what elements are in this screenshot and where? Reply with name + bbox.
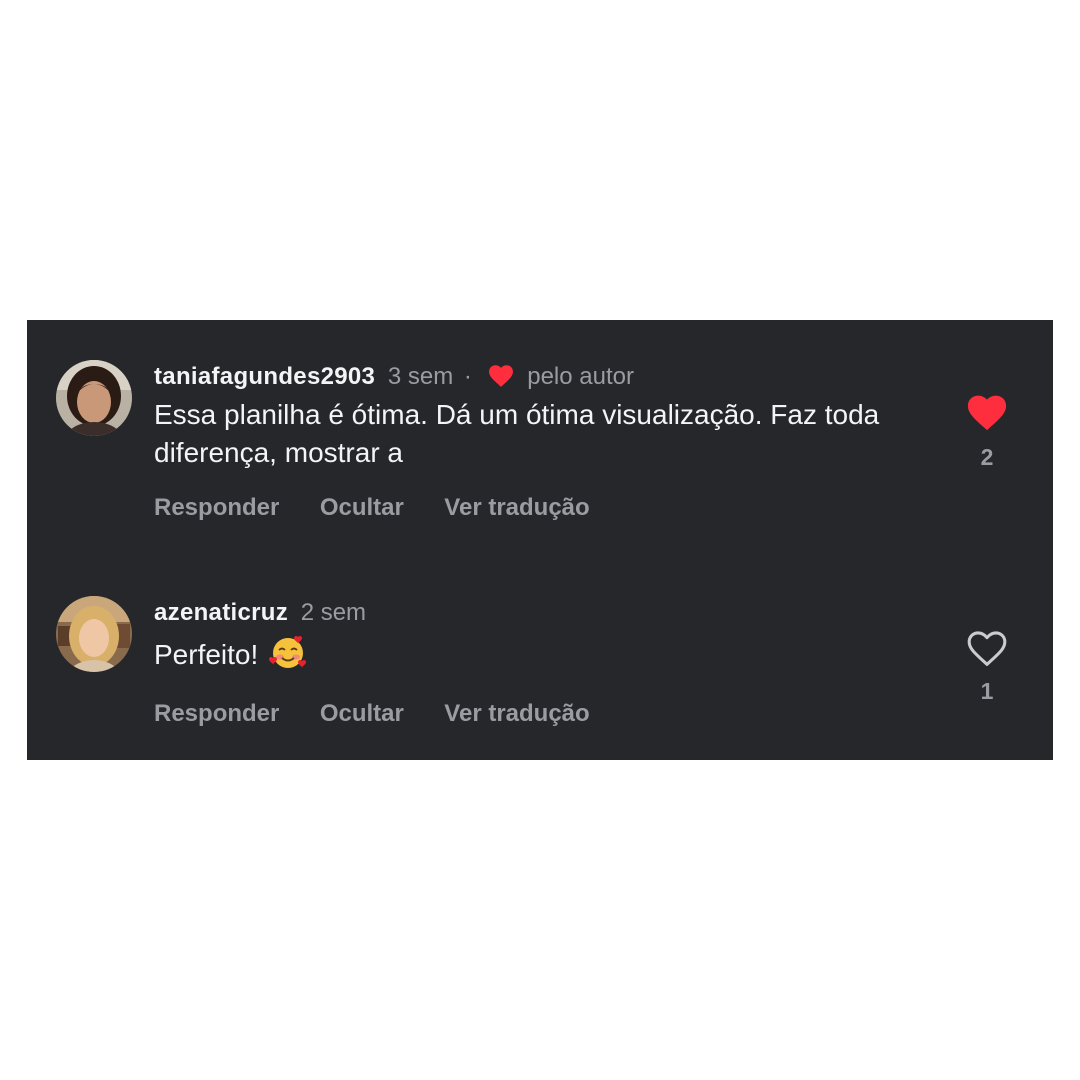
comments-panel: taniafagundes2903 3 sem · pelo autor Ess…: [27, 320, 1053, 760]
smiling-face-with-hearts-icon: [268, 632, 308, 682]
translate-button[interactable]: Ver tradução: [444, 490, 589, 526]
comment-body: azenaticruz 2 sem Perfeito! Responder Oc…: [154, 596, 934, 732]
timestamp: 3 sem: [387, 363, 454, 390]
avatar-photo: [56, 360, 132, 436]
hide-button[interactable]: Ocultar: [320, 490, 404, 526]
hide-button[interactable]: Ocultar: [320, 696, 404, 732]
heart-outline-icon[interactable]: [965, 628, 1009, 668]
like-control: 1: [965, 628, 1009, 705]
heart-filled-icon[interactable]: [965, 392, 1009, 432]
heart-filled-icon: [487, 363, 515, 398]
username[interactable]: taniafagundes2903: [154, 363, 375, 390]
comment-text: Perfeito!: [154, 639, 259, 670]
comment-actions: Responder Ocultar Ver tradução: [154, 696, 934, 732]
like-control: 2: [965, 392, 1009, 471]
comment-actions: Responder Ocultar Ver tradução: [154, 490, 934, 526]
comment-text: Essa planilha é ótima. Dá um ótima visua…: [154, 399, 880, 468]
like-count: 1: [980, 678, 994, 704]
avatar-photo: [56, 596, 132, 672]
timestamp: 2 sem: [300, 599, 367, 626]
comment-body: taniafagundes2903 3 sem · pelo autor Ess…: [154, 360, 934, 526]
translate-button[interactable]: Ver tradução: [444, 696, 589, 732]
like-count: 2: [980, 444, 994, 470]
liked-by-author-label: pelo autor: [527, 363, 634, 390]
avatar[interactable]: [56, 596, 132, 672]
reply-button[interactable]: Responder: [154, 490, 279, 526]
reply-button[interactable]: Responder: [154, 696, 279, 732]
comment-meta: taniafagundes2903 3 sem · pelo autor: [154, 360, 934, 394]
comment-text-row: Perfeito!: [154, 632, 934, 682]
avatar[interactable]: [56, 360, 132, 436]
username[interactable]: azenaticruz: [154, 599, 288, 626]
comment-meta: azenaticruz 2 sem: [154, 596, 934, 630]
separator: ·: [463, 363, 472, 390]
